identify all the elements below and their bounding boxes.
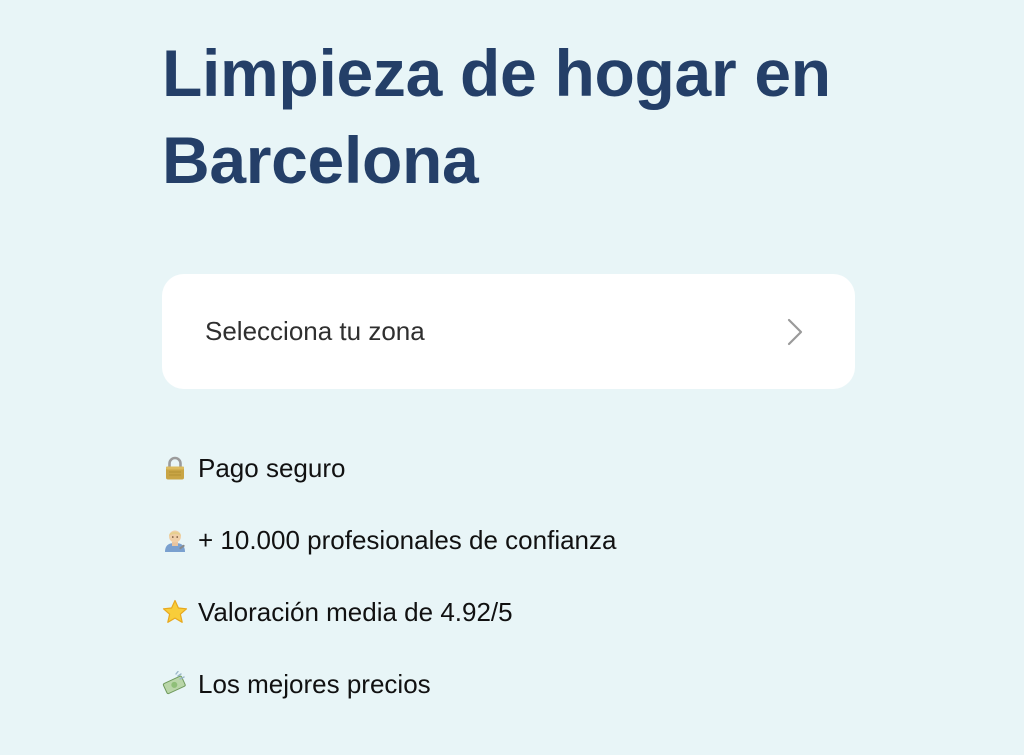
feature-text: + 10.000 profesionales de confianza	[198, 525, 617, 555]
star-icon	[162, 599, 188, 625]
zone-selector-label: Selecciona tu zona	[205, 316, 425, 346]
feature-text: Los mejores precios	[198, 669, 431, 699]
professional-icon	[162, 527, 188, 553]
money-icon	[162, 670, 188, 697]
page-title: Limpieza de hogar en Barcelona	[162, 36, 831, 197]
feature-text: Pago seguro	[198, 453, 346, 483]
lock-icon	[162, 455, 188, 481]
feature-text: Valoración media de 4.92/5	[198, 597, 513, 627]
zone-selector-button[interactable]: Selecciona tu zona	[162, 274, 855, 389]
chevron-right-icon	[784, 317, 806, 347]
